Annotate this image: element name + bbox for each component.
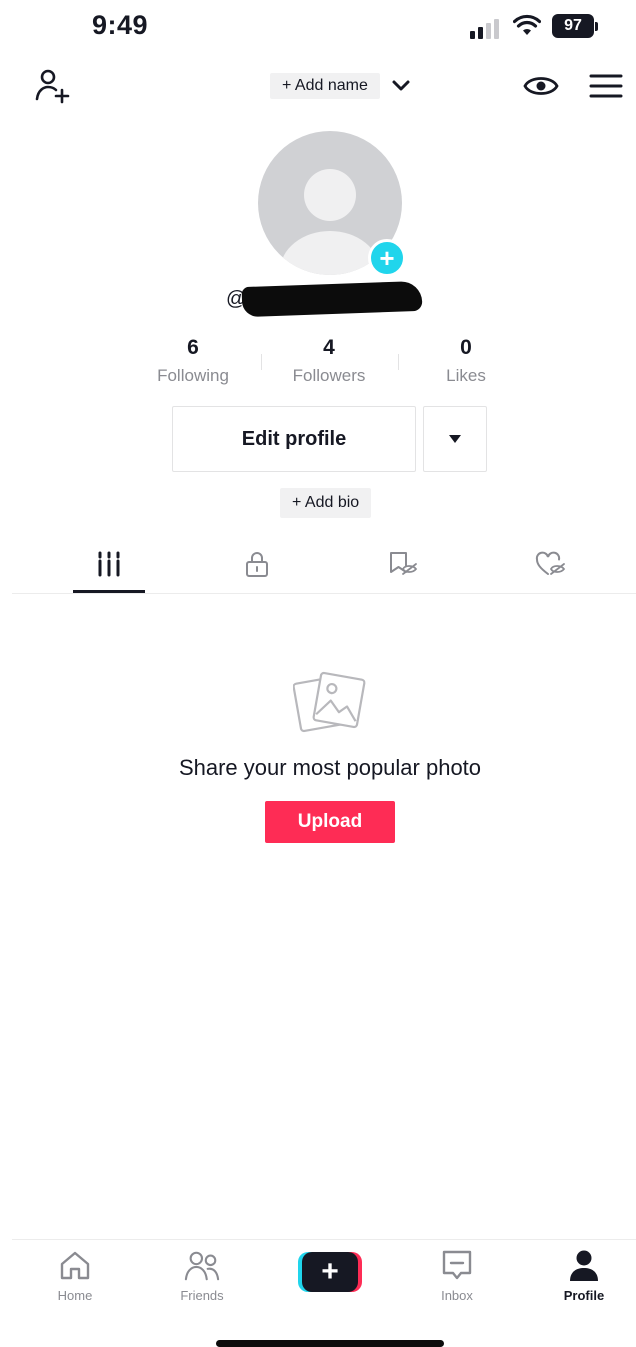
profile-icon: [570, 1250, 598, 1281]
stat-label: Followers: [292, 366, 366, 385]
tab-favorites[interactable]: [367, 544, 439, 584]
home-indicator: [216, 1340, 444, 1347]
bottom-nav-divider: [12, 1239, 636, 1240]
add-name-control: + Add name: [270, 72, 412, 100]
nav-label: Inbox: [441, 1288, 473, 1303]
stat-label: Likes: [446, 366, 486, 385]
username: @: [226, 280, 432, 318]
heart-hidden-icon: [535, 551, 566, 575]
nav-label: Home: [57, 1288, 93, 1303]
stat-value: 0: [460, 336, 472, 359]
photo-icon: [293, 671, 366, 733]
add-bio-button[interactable]: + Add bio: [280, 488, 372, 518]
chevron-down-icon[interactable]: [390, 75, 412, 97]
edit-profile-button[interactable]: Edit profile: [172, 406, 416, 472]
nav-label: Friends: [180, 1288, 224, 1303]
stat-following[interactable]: 6 Following: [123, 336, 263, 386]
plus-icon: +: [302, 1252, 358, 1292]
grid-icon: [98, 551, 120, 577]
friends-icon: [184, 1251, 220, 1281]
add-avatar-plus-icon[interactable]: +: [368, 239, 406, 277]
create-button[interactable]: +: [298, 1252, 362, 1292]
cellular-signal-icon: [470, 17, 504, 39]
bookmark-hidden-icon: [390, 552, 418, 575]
profile-dropdown-button[interactable]: [423, 406, 487, 472]
home-icon: [60, 1251, 90, 1280]
tab-private[interactable]: [221, 544, 293, 584]
caret-down-icon: [449, 435, 461, 443]
nav-friends[interactable]: Friends: [157, 1248, 247, 1308]
battery-level: 97: [552, 14, 594, 38]
stat-label: Following: [157, 366, 229, 385]
username-redaction: [241, 280, 423, 318]
wifi-icon: [513, 14, 541, 35]
empty-state-text: Share your most popular photo: [178, 755, 482, 780]
menu-icon[interactable]: [589, 72, 623, 100]
stat-followers[interactable]: 4 Followers: [259, 336, 399, 386]
nav-label: Profile: [563, 1288, 605, 1303]
stat-value: 6: [187, 336, 199, 359]
tab-divider: [12, 593, 636, 594]
inbox-icon: [442, 1250, 472, 1280]
nav-inbox[interactable]: Inbox: [412, 1248, 502, 1308]
status-time: 9:49: [92, 10, 149, 40]
stat-likes[interactable]: 0 Likes: [396, 336, 536, 386]
eye-icon[interactable]: [523, 70, 559, 102]
add-name-button[interactable]: + Add name: [270, 73, 380, 99]
lock-icon: [246, 552, 268, 577]
nav-home[interactable]: Home: [30, 1248, 120, 1308]
battery-indicator: 97: [552, 14, 600, 38]
nav-profile[interactable]: Profile: [539, 1248, 629, 1308]
upload-button[interactable]: Upload: [265, 801, 395, 843]
add-user-icon[interactable]: [34, 66, 74, 106]
tab-liked[interactable]: [515, 544, 587, 584]
tab-videos[interactable]: [73, 544, 145, 584]
stat-value: 4: [323, 336, 335, 359]
